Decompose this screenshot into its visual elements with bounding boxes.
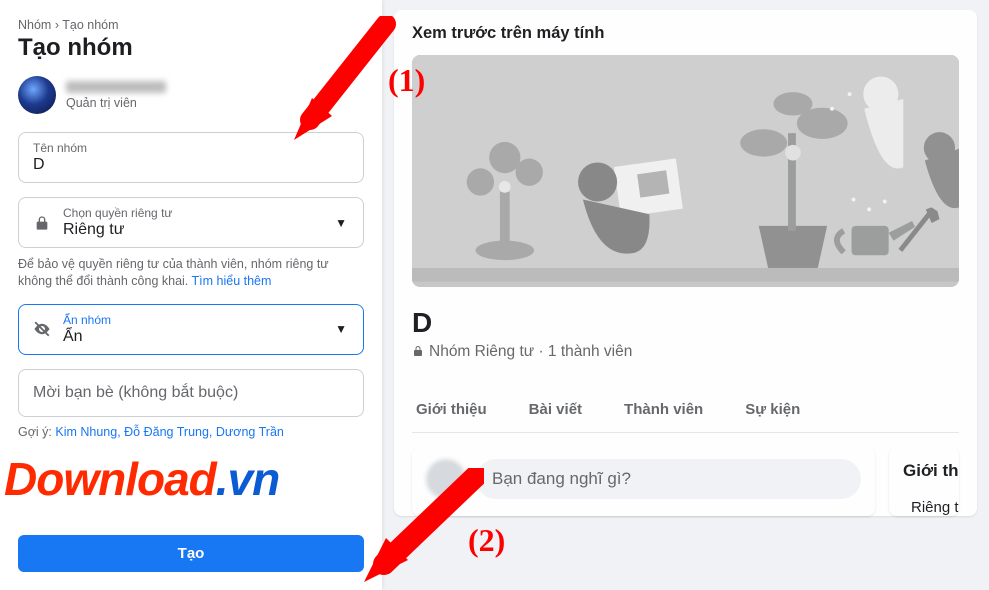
preview-group-name: D xyxy=(412,307,959,339)
suggested-names[interactable]: Kim Nhung, Đỗ Đăng Trung, Dương Trần xyxy=(55,425,283,439)
learn-more-link[interactable]: Tìm hiểu thêm xyxy=(192,274,272,288)
create-button[interactable]: Tạo xyxy=(18,535,364,572)
lock-icon xyxy=(412,345,424,360)
tab-posts[interactable]: Bài viết xyxy=(525,387,586,432)
privacy-select[interactable]: Chọn quyền riêng tư Riêng tư ▼ xyxy=(18,197,364,248)
preview-group-meta: Nhóm Riêng tư · 1 thành viên xyxy=(412,343,959,361)
invite-placeholder: Mời bạn bè (không bắt buộc) xyxy=(33,384,349,402)
tab-members[interactable]: Thành viên xyxy=(620,387,707,432)
annotation-label-2: (2) xyxy=(468,522,505,559)
visibility-value: Ẩn xyxy=(63,328,321,346)
preview-tabs: Giới thiệu Bài viết Thành viên Sự kiện xyxy=(412,387,959,433)
group-name-value: D xyxy=(33,156,349,174)
admin-name-redacted xyxy=(66,81,166,93)
chevron-down-icon: ▼ xyxy=(333,322,349,336)
tab-events[interactable]: Sự kiện xyxy=(741,387,804,432)
composer-input[interactable]: Bạn đang nghĩ gì? xyxy=(476,459,861,499)
privacy-label: Chọn quyền riêng tư xyxy=(63,206,321,220)
annotation-arrow-1 xyxy=(286,16,396,146)
avatar xyxy=(18,76,56,114)
invite-friends-input[interactable]: Mời bạn bè (không bắt buộc) xyxy=(18,369,364,417)
admin-role-label: Quản trị viên xyxy=(66,96,166,110)
eye-off-icon xyxy=(33,319,51,339)
privacy-hint: Để bảo vệ quyền riêng tư của thành viên,… xyxy=(18,256,364,290)
about-card-title: Giới thiệu xyxy=(903,461,959,481)
friend-suggestions: Gợi ý: Kim Nhung, Đỗ Đăng Trung, Dương T… xyxy=(18,425,364,439)
privacy-value: Riêng tư xyxy=(63,221,321,239)
cover-image xyxy=(412,55,959,287)
tab-about[interactable]: Giới thiệu xyxy=(412,387,491,432)
annotation-label-1: (1) xyxy=(388,62,425,99)
annotation-arrow-2 xyxy=(354,468,484,586)
chevron-down-icon: ▼ xyxy=(333,216,349,230)
visibility-select[interactable]: Ẩn nhóm Ẩn ▼ xyxy=(18,304,364,355)
preview-heading: Xem trước trên máy tính xyxy=(412,24,959,43)
visibility-label: Ẩn nhóm xyxy=(63,313,321,327)
about-card: Giới thiệu Riêng tư xyxy=(889,447,959,516)
lock-icon xyxy=(33,215,51,231)
